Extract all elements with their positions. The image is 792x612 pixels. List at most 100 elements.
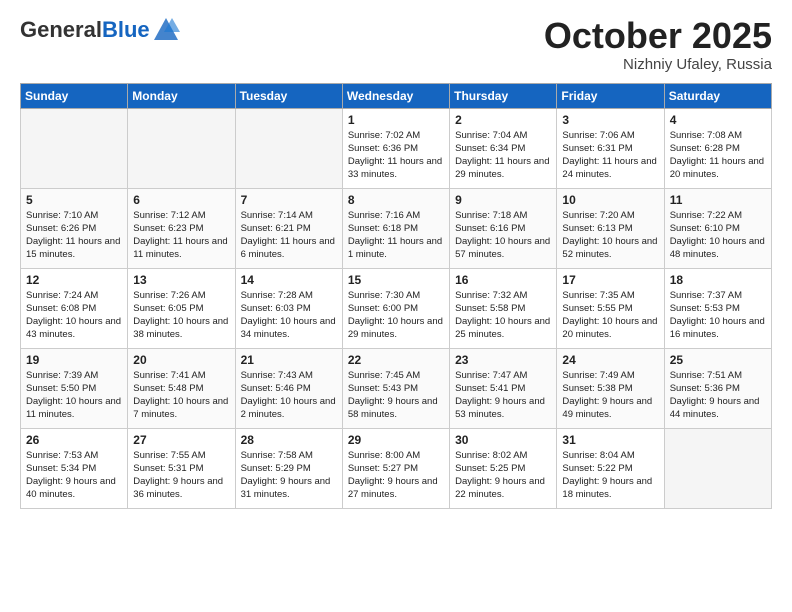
calendar-cell: 9 Sunrise: 7:18 AMSunset: 6:16 PMDayligh… [450,188,557,268]
day-number: 4 [670,113,766,127]
day-detail: Sunrise: 7:55 AMSunset: 5:31 PMDaylight:… [133,449,229,502]
day-number: 26 [26,433,122,447]
day-detail: Sunrise: 7:32 AMSunset: 5:58 PMDaylight:… [455,289,551,342]
day-detail: Sunrise: 7:12 AMSunset: 6:23 PMDaylight:… [133,209,229,262]
week-row-3: 19 Sunrise: 7:39 AMSunset: 5:50 PMDaylig… [21,348,772,428]
calendar-cell: 4 Sunrise: 7:08 AMSunset: 6:28 PMDayligh… [664,108,771,188]
calendar-cell: 26 Sunrise: 7:53 AMSunset: 5:34 PMDaylig… [21,428,128,508]
day-detail: Sunrise: 7:20 AMSunset: 6:13 PMDaylight:… [562,209,658,262]
weekday-header-wednesday: Wednesday [342,83,449,108]
day-detail: Sunrise: 7:49 AMSunset: 5:38 PMDaylight:… [562,369,658,422]
calendar-cell: 22 Sunrise: 7:45 AMSunset: 5:43 PMDaylig… [342,348,449,428]
day-detail: Sunrise: 7:22 AMSunset: 6:10 PMDaylight:… [670,209,766,262]
day-detail: Sunrise: 7:28 AMSunset: 6:03 PMDaylight:… [241,289,337,342]
day-number: 11 [670,193,766,207]
location: Nizhniy Ufaley, Russia [544,56,772,73]
day-number: 20 [133,353,229,367]
calendar-cell: 12 Sunrise: 7:24 AMSunset: 6:08 PMDaylig… [21,268,128,348]
day-number: 27 [133,433,229,447]
calendar-cell: 2 Sunrise: 7:04 AMSunset: 6:34 PMDayligh… [450,108,557,188]
calendar-cell: 23 Sunrise: 7:47 AMSunset: 5:41 PMDaylig… [450,348,557,428]
page-container: GeneralBlue October 2025 Nizhniy Ufaley,… [0,0,792,519]
day-number: 22 [348,353,444,367]
calendar-cell: 28 Sunrise: 7:58 AMSunset: 5:29 PMDaylig… [235,428,342,508]
calendar-cell: 8 Sunrise: 7:16 AMSunset: 6:18 PMDayligh… [342,188,449,268]
weekday-header-row: SundayMondayTuesdayWednesdayThursdayFrid… [21,83,772,108]
day-detail: Sunrise: 7:14 AMSunset: 6:21 PMDaylight:… [241,209,337,262]
calendar-cell: 7 Sunrise: 7:14 AMSunset: 6:21 PMDayligh… [235,188,342,268]
logo: GeneralBlue [20,16,180,44]
day-number: 3 [562,113,658,127]
calendar-cell: 11 Sunrise: 7:22 AMSunset: 6:10 PMDaylig… [664,188,771,268]
day-number: 17 [562,273,658,287]
calendar-cell: 31 Sunrise: 8:04 AMSunset: 5:22 PMDaylig… [557,428,664,508]
day-number: 18 [670,273,766,287]
day-detail: Sunrise: 7:16 AMSunset: 6:18 PMDaylight:… [348,209,444,262]
calendar-cell: 24 Sunrise: 7:49 AMSunset: 5:38 PMDaylig… [557,348,664,428]
day-detail: Sunrise: 7:18 AMSunset: 6:16 PMDaylight:… [455,209,551,262]
day-detail: Sunrise: 7:39 AMSunset: 5:50 PMDaylight:… [26,369,122,422]
weekday-header-tuesday: Tuesday [235,83,342,108]
title-block: October 2025 Nizhniy Ufaley, Russia [544,16,772,73]
day-number: 16 [455,273,551,287]
calendar-cell: 25 Sunrise: 7:51 AMSunset: 5:36 PMDaylig… [664,348,771,428]
calendar-cell: 10 Sunrise: 7:20 AMSunset: 6:13 PMDaylig… [557,188,664,268]
calendar-cell: 17 Sunrise: 7:35 AMSunset: 5:55 PMDaylig… [557,268,664,348]
week-row-1: 5 Sunrise: 7:10 AMSunset: 6:26 PMDayligh… [21,188,772,268]
calendar: SundayMondayTuesdayWednesdayThursdayFrid… [20,83,772,509]
weekday-header-friday: Friday [557,83,664,108]
day-detail: Sunrise: 7:04 AMSunset: 6:34 PMDaylight:… [455,129,551,182]
day-number: 23 [455,353,551,367]
calendar-cell: 27 Sunrise: 7:55 AMSunset: 5:31 PMDaylig… [128,428,235,508]
day-number: 24 [562,353,658,367]
day-detail: Sunrise: 7:58 AMSunset: 5:29 PMDaylight:… [241,449,337,502]
month-title: October 2025 [544,16,772,56]
day-detail: Sunrise: 7:51 AMSunset: 5:36 PMDaylight:… [670,369,766,422]
calendar-cell [664,428,771,508]
day-detail: Sunrise: 8:02 AMSunset: 5:25 PMDaylight:… [455,449,551,502]
calendar-cell: 13 Sunrise: 7:26 AMSunset: 6:05 PMDaylig… [128,268,235,348]
day-number: 15 [348,273,444,287]
day-detail: Sunrise: 7:35 AMSunset: 5:55 PMDaylight:… [562,289,658,342]
day-number: 7 [241,193,337,207]
day-number: 30 [455,433,551,447]
week-row-4: 26 Sunrise: 7:53 AMSunset: 5:34 PMDaylig… [21,428,772,508]
day-detail: Sunrise: 7:24 AMSunset: 6:08 PMDaylight:… [26,289,122,342]
calendar-cell: 14 Sunrise: 7:28 AMSunset: 6:03 PMDaylig… [235,268,342,348]
calendar-cell: 6 Sunrise: 7:12 AMSunset: 6:23 PMDayligh… [128,188,235,268]
weekday-header-thursday: Thursday [450,83,557,108]
day-number: 10 [562,193,658,207]
day-detail: Sunrise: 7:37 AMSunset: 5:53 PMDaylight:… [670,289,766,342]
calendar-cell: 20 Sunrise: 7:41 AMSunset: 5:48 PMDaylig… [128,348,235,428]
day-number: 14 [241,273,337,287]
day-number: 29 [348,433,444,447]
day-detail: Sunrise: 7:41 AMSunset: 5:48 PMDaylight:… [133,369,229,422]
day-number: 8 [348,193,444,207]
calendar-cell: 1 Sunrise: 7:02 AMSunset: 6:36 PMDayligh… [342,108,449,188]
day-detail: Sunrise: 7:43 AMSunset: 5:46 PMDaylight:… [241,369,337,422]
calendar-cell [128,108,235,188]
day-detail: Sunrise: 7:53 AMSunset: 5:34 PMDaylight:… [26,449,122,502]
day-detail: Sunrise: 7:06 AMSunset: 6:31 PMDaylight:… [562,129,658,182]
day-number: 9 [455,193,551,207]
calendar-cell: 21 Sunrise: 7:43 AMSunset: 5:46 PMDaylig… [235,348,342,428]
day-number: 13 [133,273,229,287]
day-detail: Sunrise: 7:10 AMSunset: 6:26 PMDaylight:… [26,209,122,262]
day-number: 1 [348,113,444,127]
day-detail: Sunrise: 7:30 AMSunset: 6:00 PMDaylight:… [348,289,444,342]
calendar-cell [235,108,342,188]
day-number: 2 [455,113,551,127]
day-number: 19 [26,353,122,367]
calendar-cell: 29 Sunrise: 8:00 AMSunset: 5:27 PMDaylig… [342,428,449,508]
day-detail: Sunrise: 7:08 AMSunset: 6:28 PMDaylight:… [670,129,766,182]
day-detail: Sunrise: 7:02 AMSunset: 6:36 PMDaylight:… [348,129,444,182]
calendar-cell: 15 Sunrise: 7:30 AMSunset: 6:00 PMDaylig… [342,268,449,348]
calendar-cell [21,108,128,188]
calendar-cell: 5 Sunrise: 7:10 AMSunset: 6:26 PMDayligh… [21,188,128,268]
day-detail: Sunrise: 8:04 AMSunset: 5:22 PMDaylight:… [562,449,658,502]
weekday-header-sunday: Sunday [21,83,128,108]
calendar-cell: 16 Sunrise: 7:32 AMSunset: 5:58 PMDaylig… [450,268,557,348]
day-number: 5 [26,193,122,207]
calendar-cell: 30 Sunrise: 8:02 AMSunset: 5:25 PMDaylig… [450,428,557,508]
calendar-cell: 18 Sunrise: 7:37 AMSunset: 5:53 PMDaylig… [664,268,771,348]
